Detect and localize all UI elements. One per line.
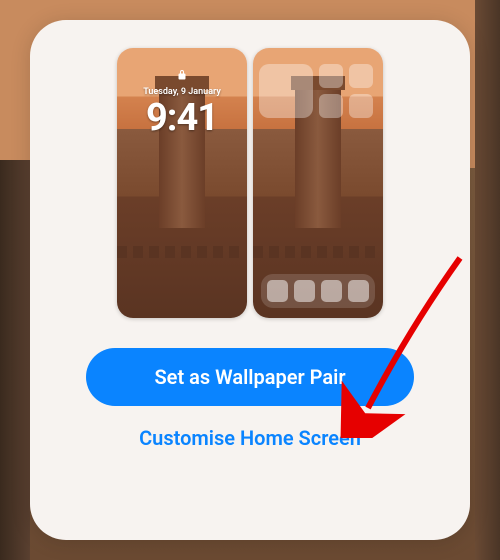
dock-icon-placeholder [348,280,369,302]
dock-icon-placeholder [294,280,315,302]
widget-placeholder [259,64,313,118]
dock-icon-placeholder [267,280,288,302]
app-icon-placeholder [349,94,373,118]
dock [261,274,375,308]
lock-screen-preview[interactable]: Tuesday, 9 January 9:41 [117,48,247,318]
app-icon-placeholder [319,64,343,88]
home-screen-preview[interactable] [253,48,383,318]
wallpaper-previews: Tuesday, 9 January 9:41 [117,48,383,318]
lock-screen-time: 9:41 [117,99,247,137]
set-as-wallpaper-pair-button[interactable]: Set as Wallpaper Pair [86,348,414,406]
app-icon-placeholder [319,94,343,118]
lock-screen-overlay: Tuesday, 9 January 9:41 [117,66,247,137]
customise-home-screen-link[interactable]: Customise Home Screen [139,426,361,450]
wallpaper-pair-card: Tuesday, 9 January 9:41 [30,20,470,540]
lock-icon [117,66,247,85]
app-icon-placeholder [349,64,373,88]
home-screen-overlay [253,58,383,318]
dock-icon-placeholder [321,280,342,302]
